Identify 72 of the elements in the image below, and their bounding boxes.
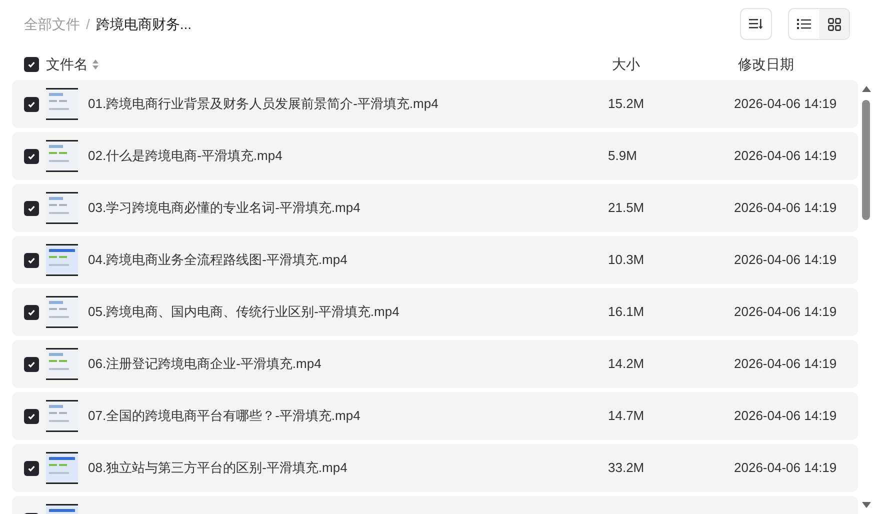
video-thumbnail bbox=[46, 88, 78, 120]
checkbox[interactable] bbox=[24, 460, 39, 476]
checkbox[interactable] bbox=[24, 96, 39, 112]
file-row[interactable]: 04.跨境电商业务全流程路线图-平滑填充.mp4 10.3M 2026-04-06 14:19 bbox=[12, 236, 858, 284]
file-row[interactable]: 03.学习跨境电商必懂的专业名词-平滑填充.mp4 21.5M 2026-04-06 14:19 bbox=[12, 184, 858, 232]
file-row[interactable]: 01.跨境电商行业背景及财务人员发展前景简介-平滑填充.mp4 15.2M 2026-04-06 14:19 bbox=[12, 80, 858, 128]
file-name: 03.学习跨境电商必懂的专业名词-平滑填充.mp4 bbox=[88, 199, 362, 218]
file-name: 02.什么是跨境电商-平滑填充.mp4 bbox=[88, 147, 284, 166]
video-thumbnail bbox=[46, 192, 78, 224]
file-name: 06.注册登记跨境电商企业-平滑填充.mp4 bbox=[88, 355, 322, 374]
checkbox[interactable] bbox=[24, 148, 39, 164]
scrollbar-thumb[interactable] bbox=[862, 100, 870, 220]
scroll-up-icon[interactable] bbox=[862, 86, 870, 92]
column-header[interactable]: 文件名 bbox=[46, 54, 88, 74]
video-thumbnail bbox=[46, 348, 78, 380]
file-date: 2026-04-06 14:19 bbox=[734, 199, 838, 218]
file-row[interactable]: 06.注册登记跨境电商企业-平滑填充.mp4 14.2M 2026-04-06 14:19 bbox=[12, 340, 858, 388]
file-name: 01.跨境电商行业背景及财务人员发展前景简介-平滑填充.mp4 bbox=[88, 95, 440, 114]
video-thumbnail bbox=[46, 244, 78, 276]
file-name: 04.跨境电商业务全流程路线图-平滑填充.mp4 bbox=[88, 251, 348, 270]
file-row[interactable]: 02.什么是跨境电商-平滑填充.mp4 5.9M 2026-04-06 14:19 bbox=[12, 132, 858, 180]
video-thumbnail bbox=[46, 400, 78, 432]
file-size: 21.5M bbox=[608, 199, 646, 218]
file-date: 2026-04-06 14:19 bbox=[734, 459, 838, 478]
check-icon bbox=[27, 100, 36, 108]
file-row[interactable]: 07.全国的跨境电商平台有哪些？-平滑填充.mp4 14.7M 2026-04-06 14:19 bbox=[12, 392, 858, 440]
file-date: 2026-04-06 14:19 bbox=[734, 147, 838, 166]
sort-button[interactable] bbox=[740, 8, 772, 40]
view-toggle-option[interactable] bbox=[789, 9, 819, 39]
file-name: 08.独立站与第三方平台的区别-平滑填充.mp4 bbox=[88, 459, 348, 478]
file-name: 07.全国的跨境电商平台有哪些？-平滑填充.mp4 bbox=[88, 407, 362, 426]
file-size: 14.7M bbox=[608, 407, 646, 426]
video-thumbnail bbox=[46, 452, 78, 484]
file-date: 2026-04-06 14:19 bbox=[734, 407, 838, 426]
video-thumbnail bbox=[46, 296, 78, 328]
check-icon bbox=[27, 464, 36, 472]
column-header[interactable]: 修改日期 bbox=[738, 54, 874, 74]
scroll-down-icon[interactable] bbox=[862, 502, 870, 508]
file-date: 2026-04-06 14:19 bbox=[734, 355, 838, 374]
check-icon bbox=[27, 60, 36, 68]
check-icon bbox=[27, 360, 36, 368]
sort-arrows-icon[interactable] bbox=[92, 58, 99, 70]
check-icon bbox=[27, 256, 36, 264]
checkbox[interactable] bbox=[24, 200, 39, 216]
video-thumbnail bbox=[46, 140, 78, 172]
checkbox[interactable] bbox=[24, 56, 39, 72]
check-icon bbox=[27, 308, 36, 316]
file-name: 05.跨境电商、国内电商、传统行业区别-平滑填充.mp4 bbox=[88, 303, 400, 322]
file-size: 14.2M bbox=[608, 355, 646, 374]
file-size: 15.2M bbox=[608, 95, 646, 114]
column-header[interactable]: 大小 bbox=[612, 54, 738, 74]
check-icon bbox=[27, 412, 36, 420]
list-view-icon bbox=[797, 18, 811, 30]
file-size: 16.1M bbox=[608, 303, 646, 322]
file-row[interactable]: 05.跨境电商、国内电商、传统行业区别-平滑填充.mp4 16.1M 2026-04-06 14:19 bbox=[12, 288, 858, 336]
check-icon bbox=[27, 204, 36, 212]
check-icon bbox=[27, 152, 36, 160]
file-date: 2026-04-06 14:19 bbox=[734, 251, 838, 270]
checkbox[interactable] bbox=[24, 408, 39, 424]
file-size: 5.9M bbox=[608, 147, 638, 166]
breadcrumb-link[interactable]: 跨境电商财务... bbox=[96, 14, 192, 34]
file-size: 33.2M bbox=[608, 459, 646, 478]
sort-icon bbox=[749, 18, 763, 30]
checkbox[interactable] bbox=[24, 252, 39, 268]
grid-view-icon bbox=[828, 18, 840, 30]
file-date: 2026-04-06 14:19 bbox=[734, 303, 838, 322]
file-date: 2026-04-06 14:19 bbox=[734, 95, 838, 114]
checkbox[interactable] bbox=[24, 304, 39, 320]
file-row[interactable]: 08.独立站与第三方平台的区别-平滑填充.mp4 33.2M 2026-04-06 14:19 bbox=[12, 444, 858, 492]
breadcrumb-separator: / bbox=[86, 14, 90, 34]
file-size: 10.3M bbox=[608, 251, 646, 270]
checkbox[interactable] bbox=[24, 356, 39, 372]
